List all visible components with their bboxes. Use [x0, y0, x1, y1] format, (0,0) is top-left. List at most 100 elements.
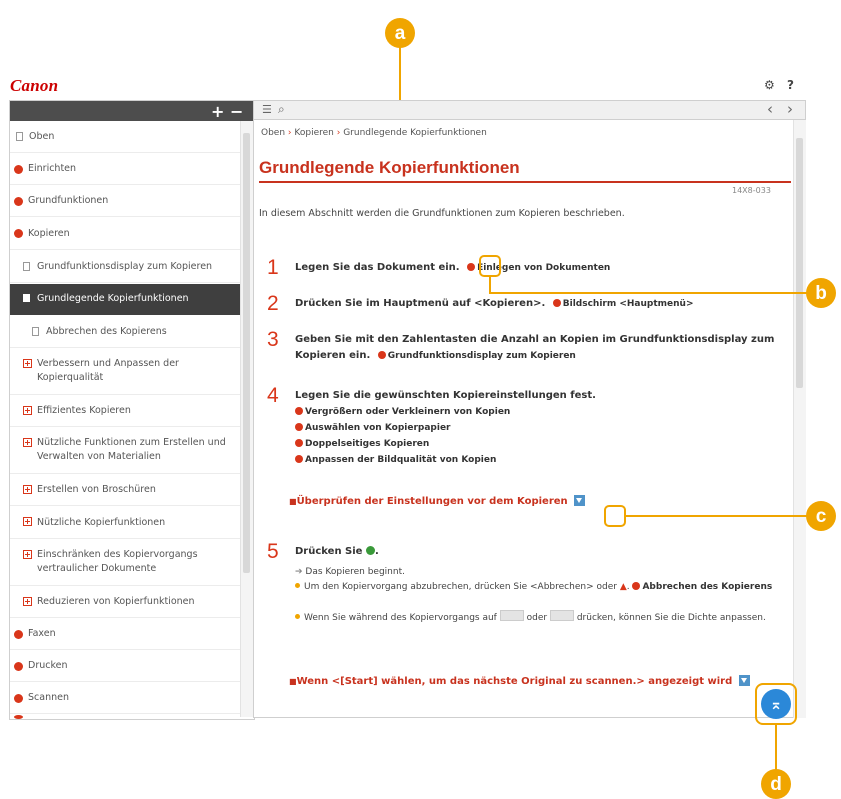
help-icon[interactable]: ? — [787, 78, 794, 92]
sidebar-item-label: Kopieren — [28, 228, 70, 239]
plus-icon — [23, 406, 32, 415]
plus-icon — [23, 359, 32, 368]
sidebar-item-label: Effizientes Kopieren — [37, 405, 131, 416]
stop-key-icon: ▲ — [619, 582, 627, 592]
link-arrow-icon — [295, 423, 303, 431]
callout-c-badge: c — [806, 501, 836, 531]
canon-logo: Canon — [10, 76, 59, 95]
red-circle-icon — [14, 694, 23, 703]
sidebar-item-einschraenken[interactable]: Einschränken des Kopiervorgangs vertraul… — [10, 540, 240, 586]
sidebar-item-label: Grundfunktionen — [28, 195, 109, 206]
sidebar-item-kopieren[interactable]: Kopieren — [10, 218, 240, 250]
callout-a-badge: a — [385, 18, 415, 48]
red-circle-icon — [14, 715, 23, 719]
callout-d-highlight — [755, 683, 797, 725]
title-rule — [259, 181, 791, 183]
callout-d-line — [775, 725, 777, 772]
step-text: Geben Sie mit den Zahlentasten die Anzah… — [295, 332, 791, 364]
sidebar-item-label: Nützliche Funktionen zum Erstellen und V… — [37, 437, 226, 462]
callout-b-line — [489, 292, 809, 294]
content-scroll-thumb[interactable] — [796, 138, 803, 388]
step-link[interactable]: Auswählen von Kopierpapier — [295, 423, 451, 433]
sidebar-item-verbessern[interactable]: Verbessern und Anpassen der Kopierqualit… — [10, 349, 240, 395]
step-link[interactable]: Bildschirm <Hauptmenü> — [552, 299, 694, 309]
breadcrumb-item[interactable]: Oben — [261, 128, 285, 138]
breadcrumb-item[interactable]: Grundlegende Kopierfunktionen — [343, 128, 487, 138]
step-link[interactable]: Doppelseitiges Kopieren — [295, 439, 429, 449]
sidebar-item-grundfunktionsdisplay[interactable]: Grundfunktionsdisplay zum Kopieren — [10, 251, 240, 283]
sidebar-item-label: Erstellen von Broschüren — [37, 484, 156, 495]
expand-icon[interactable] — [574, 495, 586, 506]
sidebar-item-label: Grundlegende Kopierfunktionen — [37, 293, 189, 304]
sidebar-scroll-thumb[interactable] — [243, 133, 250, 573]
expand-icon[interactable] — [738, 675, 750, 686]
plus-icon — [23, 597, 32, 606]
sidebar-item-nuetzliche-kopierfunktionen[interactable]: Nützliche Kopierfunktionen — [10, 507, 240, 539]
sidebar-item-nuetzliche-funktionen[interactable]: Nützliche Funktionen zum Erstellen und V… — [10, 428, 240, 474]
sidebar-item-grundlegende-kopierfunktionen[interactable]: Grundlegende Kopierfunktionen — [10, 284, 240, 315]
sidebar-item-reduzieren[interactable]: Reduzieren von Kopierfunktionen — [10, 587, 240, 618]
sidebar-item-faxen[interactable]: Faxen — [10, 619, 240, 650]
sidebar-item-grundfunktionen[interactable]: Grundfunktionen — [10, 186, 240, 217]
red-circle-icon — [14, 165, 23, 174]
sidebar-scrollbar[interactable] — [240, 121, 253, 717]
page-title: Grundlegende Kopierfunktionen — [259, 158, 520, 177]
link-arrow-icon — [552, 299, 561, 307]
step-number: 4 — [267, 384, 279, 407]
expand-all-button[interactable]: + — [211, 102, 224, 121]
plus-icon — [23, 485, 32, 494]
step-text: Drücken Sie . — [295, 546, 379, 557]
step-link[interactable]: Abbrechen des Kopierens — [632, 582, 772, 592]
sidebar-item-label: Nützliche Kopierfunktionen — [37, 517, 166, 528]
sidebar-item-abbrechen[interactable]: Abbrechen des Kopierens — [10, 316, 240, 348]
link-arrow-icon — [467, 263, 476, 271]
sidebar-item-label: Grundfunktionsdisplay zum Kopieren — [37, 261, 213, 272]
doc-icon — [23, 294, 30, 302]
step-result: ➔ Das Kopieren beginnt. — [295, 567, 405, 577]
sidebar-item-label: Drucken — [28, 660, 68, 671]
step-number: 2 — [267, 292, 279, 315]
red-circle-icon — [14, 662, 23, 671]
step-text: Legen Sie die gewünschten Kopiereinstell… — [295, 390, 596, 401]
sidebar-item-effizientes[interactable]: Effizientes Kopieren — [10, 396, 240, 427]
header-icons: ⚙ ? — [764, 78, 794, 92]
content-pane: Oben › Kopieren › Grundlegende Kopierfun… — [253, 120, 806, 718]
collapse-all-button[interactable]: − — [230, 102, 243, 121]
sidebar-item-drucken[interactable]: Drucken — [10, 651, 240, 682]
next-page-button[interactable]: › — [787, 100, 793, 118]
check-settings-heading[interactable]: ■Überprüfen der Einstellungen vor dem Ko… — [289, 495, 586, 507]
breadcrumb-item[interactable]: Kopieren — [294, 128, 333, 138]
sidebar-item-label: Faxen — [28, 628, 56, 639]
sidebar-item-label: Einrichten — [28, 163, 77, 174]
toc-icon[interactable]: ☰ — [262, 103, 272, 116]
sidebar-toolbar: + − — [10, 101, 254, 121]
callout-b-highlight — [479, 255, 501, 277]
plus-icon — [23, 438, 32, 447]
prev-page-button[interactable]: ‹ — [767, 100, 773, 118]
gear-icon[interactable]: ⚙ — [764, 78, 775, 92]
sidebar-item-broschueren[interactable]: Erstellen von Broschüren — [10, 475, 240, 506]
doc-icon — [23, 262, 30, 271]
callout-d-badge: d — [761, 769, 791, 799]
step-text-label: Legen Sie das Dokument ein. — [295, 262, 460, 273]
red-circle-icon — [14, 197, 23, 206]
next-original-heading[interactable]: ■Wenn <[Start] wählen, um das nächste Or… — [289, 672, 769, 692]
step-note: Wenn Sie während des Kopiervorgangs auf … — [295, 610, 785, 625]
bullet-icon — [295, 583, 300, 588]
step-link[interactable]: Grundfunktionsdisplay zum Kopieren — [377, 351, 576, 361]
sidebar-item-einrichten[interactable]: Einrichten — [10, 154, 240, 185]
step-text-label: Drücken Sie im Hauptmenü auf <Kopieren>. — [295, 298, 546, 309]
step-number: 3 — [267, 328, 279, 351]
sidebar-item-oben[interactable]: Oben — [10, 121, 240, 153]
plus-key-icon — [549, 610, 574, 621]
doc-id: 14X8-033 — [732, 186, 771, 195]
step-link[interactable]: Vergrößern oder Verkleinern von Kopien — [295, 407, 510, 417]
sidebar-item-scannen[interactable]: Scannen — [10, 683, 240, 714]
step-number: 1 — [267, 256, 279, 279]
content-scrollbar[interactable] — [793, 120, 806, 718]
doc-icon — [32, 327, 39, 336]
search-icon[interactable]: ⌕ — [278, 102, 285, 117]
doc-icon — [16, 132, 23, 141]
step-link[interactable]: Anpassen der Bildqualität von Kopien — [295, 455, 496, 465]
link-arrow-icon — [377, 351, 386, 359]
